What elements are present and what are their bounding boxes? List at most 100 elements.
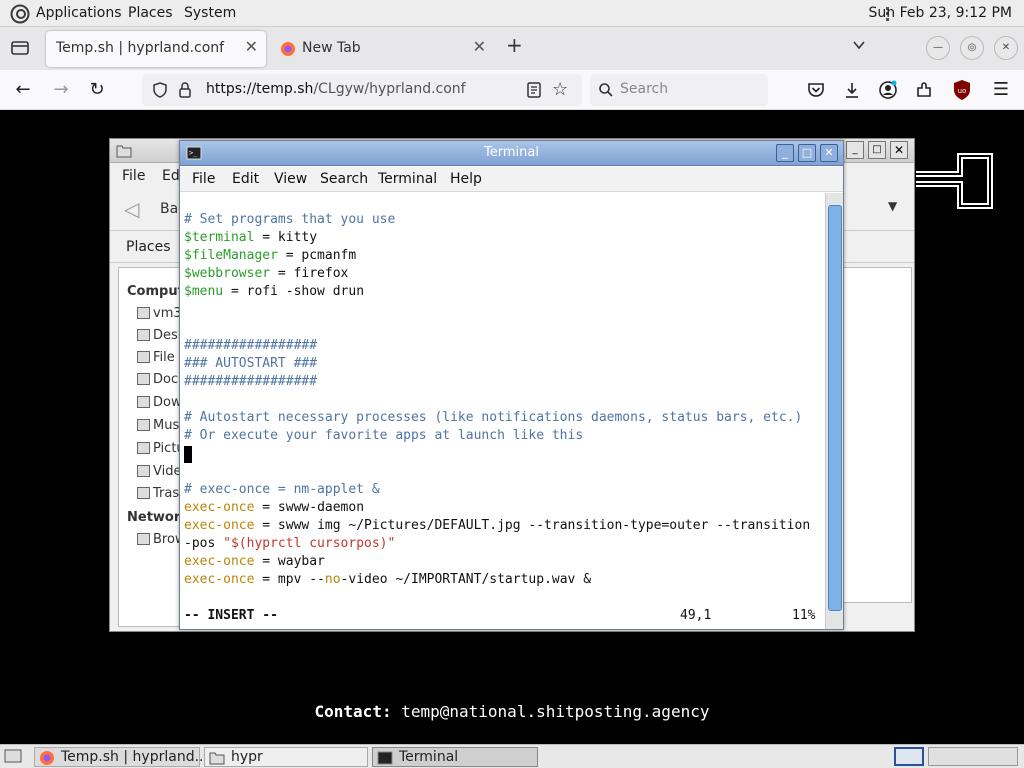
keyword-token: exec-once (184, 572, 255, 587)
menu-file[interactable]: File (192, 171, 215, 187)
sidebar-item[interactable]: Dow (137, 395, 182, 410)
downloads-icon[interactable] (842, 80, 862, 100)
terminal-icon (377, 751, 393, 765)
close-tab-icon[interactable]: ✕ (245, 37, 258, 56)
sidebar-item[interactable]: vm3 (137, 306, 182, 321)
sidebar-item[interactable]: Vide (137, 464, 181, 479)
pocket-icon[interactable] (806, 80, 826, 100)
folder-icon (137, 442, 150, 454)
sidebar-item[interactable]: Trasl (137, 486, 183, 501)
distro-logo-icon[interactable] (10, 4, 30, 24)
folder-icon (209, 752, 225, 765)
menu-places[interactable]: Places (128, 5, 173, 21)
chevron-down-icon[interactable] (852, 38, 866, 52)
code-line: -pos "$(hyprctl cursorpos)" (184, 535, 395, 553)
folder-icon (137, 307, 150, 319)
folder-icon (137, 419, 150, 431)
text-cursor (184, 446, 192, 463)
places-label[interactable]: Places (126, 239, 171, 255)
back-arrow-icon[interactable]: ◁ (124, 197, 139, 221)
reader-view-icon[interactable] (526, 81, 542, 99)
sidebar-item[interactable]: Musi (137, 418, 183, 433)
tab-temp-sh[interactable]: Temp.sh | hyprland.conf ✕ (46, 31, 266, 67)
task-terminal[interactable]: Terminal (372, 747, 538, 767)
menu-system[interactable]: System (184, 5, 236, 21)
forward-arrow-icon[interactable]: → (50, 79, 72, 101)
vim-mode-indicator: -- INSERT -- (184, 608, 278, 623)
code-line: $menu = rofi -show drun (184, 283, 364, 301)
terminal-text-area[interactable]: # Set programs that you use $terminal = … (180, 193, 824, 629)
menu-applications[interactable]: Applications (36, 5, 122, 21)
maximize-button[interactable]: ◎ (960, 36, 984, 60)
code-line: ### AUTOSTART ### (184, 356, 318, 371)
menu-help[interactable]: Help (450, 171, 482, 187)
task-label: hypr (231, 749, 263, 765)
code-line: $fileManager = pcmanfm (184, 247, 356, 265)
bottom-taskbar: Temp.sh | hyprland.... hypr Terminal (0, 744, 1024, 768)
close-tab-icon[interactable]: ✕ (473, 37, 486, 56)
lock-icon[interactable] (178, 81, 192, 99)
workspace-switcher[interactable] (894, 747, 924, 766)
ublock-origin-icon[interactable]: uo (952, 79, 972, 101)
extensions-icon[interactable] (914, 80, 934, 100)
code-text: = kitty (254, 230, 318, 245)
keyword-token: exec-once (184, 554, 255, 569)
code-line: ################# (184, 374, 318, 389)
folder-icon (137, 533, 150, 545)
terminal-titlebar[interactable]: >_ Terminal _ □ ✕ (180, 141, 843, 166)
contact-email: temp@national.shitposting.agency (401, 702, 710, 721)
dropdown-arrow-icon[interactable]: ▼ (888, 199, 897, 213)
close-window-button[interactable]: ✕ (994, 36, 1018, 60)
menu-view[interactable]: View (274, 171, 307, 187)
code-text: = firefox (270, 266, 349, 281)
code-line: # Set programs that you use (184, 212, 396, 227)
string-token: "$(hyprctl cursorpos)" (223, 536, 396, 551)
menu-terminal[interactable]: Terminal (378, 171, 437, 187)
sidebar-item-label: vm3 (153, 306, 182, 321)
new-tab-button[interactable]: + (506, 33, 523, 57)
menu-search[interactable]: Search (320, 171, 368, 187)
sidebar-item[interactable]: Pictu (137, 441, 185, 456)
shield-icon[interactable] (152, 82, 168, 98)
reload-icon[interactable]: ↻ (86, 79, 108, 101)
url-bar[interactable]: https://temp.sh/CLgyw/hyprland.conf ☆ (142, 74, 582, 106)
code-line: # exec-once = nm-applet & (184, 482, 380, 497)
code-text: = mpv -- (254, 572, 325, 587)
show-desktop-icon[interactable] (4, 748, 22, 764)
sidebar-item-label: Vide (153, 464, 182, 479)
folder-icon (137, 396, 150, 408)
menu-edit[interactable]: Edit (232, 171, 259, 187)
tab-new-tab[interactable]: New Tab ✕ (272, 31, 494, 67)
maximize-button[interactable]: □ (868, 141, 886, 159)
variable-token: $fileManager (184, 248, 278, 263)
terminal-title: Terminal (484, 145, 539, 160)
minimize-button[interactable]: — (926, 36, 950, 60)
cursor-position: 49,1 (680, 608, 712, 623)
back-arrow-icon[interactable]: ← (12, 79, 34, 101)
code-text: = swww-daemon (254, 500, 365, 515)
hamburger-menu-icon[interactable]: ☰ (990, 79, 1012, 101)
account-icon[interactable] (878, 80, 898, 100)
menu-file[interactable]: File (122, 168, 145, 184)
terminal-scrollbar[interactable] (825, 193, 843, 629)
task-firefox[interactable]: Temp.sh | hyprland.... (34, 747, 212, 767)
minimize-button[interactable]: _ (846, 141, 864, 159)
minimize-button[interactable]: _ (776, 144, 794, 162)
workspace-pager[interactable] (928, 747, 1018, 766)
code-line: $webbrowser = firefox (184, 265, 348, 283)
task-file-manager[interactable]: hypr (204, 747, 368, 767)
close-button[interactable]: ✕ (820, 144, 838, 162)
maximize-button[interactable]: □ (798, 144, 816, 162)
code-line: ################# (184, 338, 318, 353)
tab-overview-icon[interactable] (10, 39, 30, 57)
terminal-window: >_ Terminal _ □ ✕ File Edit View Search … (179, 140, 844, 630)
close-button[interactable]: ✕ (890, 141, 908, 159)
url-path: /CLgyw/hyprland.conf (313, 81, 466, 97)
code-line: exec-once = swww img ~/Pictures/DEFAULT.… (184, 517, 810, 535)
code-line: exec-once = waybar (184, 553, 325, 571)
bookmark-star-icon[interactable]: ☆ (552, 79, 568, 100)
clock[interactable]: Sun Feb 23, 9:12 PM (869, 5, 1012, 21)
url-text: https://temp.sh/CLgyw/hyprland.conf (206, 81, 466, 97)
scrollbar-thumb[interactable] (828, 205, 842, 611)
search-bar[interactable]: Search (590, 74, 768, 106)
